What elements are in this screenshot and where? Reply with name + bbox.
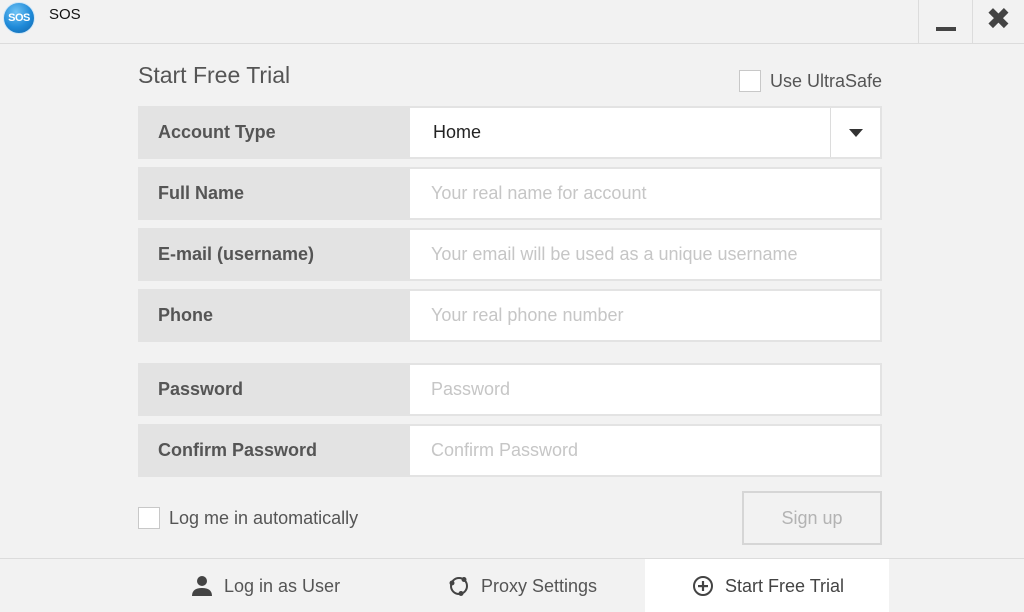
minimize-icon (935, 27, 956, 31)
proxy-icon (447, 574, 471, 598)
app-logo-icon: SOS (3, 2, 35, 34)
minimize-button[interactable] (918, 0, 972, 44)
nav-proxy-settings[interactable]: Proxy Settings (447, 559, 597, 612)
email-input[interactable] (410, 230, 880, 279)
account-type-select[interactable]: Home (409, 106, 882, 159)
email-label: E-mail (username) (138, 228, 409, 281)
phone-row: Phone (138, 289, 882, 342)
full-name-input[interactable] (410, 169, 880, 218)
user-icon (190, 574, 214, 598)
title-bar: SOS SOS ✖ (0, 0, 1024, 44)
nav-trial-label: Start Free Trial (725, 575, 845, 596)
nav-login-label: Log in as User (224, 575, 341, 596)
nav-login-as-user[interactable]: Log in as User (190, 559, 340, 612)
auto-login-label: Log me in automatically (169, 507, 359, 528)
auto-login-checkbox[interactable]: Log me in automatically (138, 507, 358, 529)
password-label: Password (138, 363, 409, 416)
password-row: Password (138, 363, 882, 416)
bottom-nav: Log in as User Proxy Settings Start Free… (0, 558, 1024, 612)
chevron-down-icon (848, 128, 863, 137)
confirm-password-row: Confirm Password (138, 424, 882, 477)
page-title: Start Free Trial (138, 62, 291, 88)
phone-field-container (409, 289, 882, 342)
close-button[interactable]: ✖ (972, 0, 1024, 44)
ultrasafe-checkbox[interactable]: Use UltraSafe (739, 70, 882, 92)
window-title: SOS (49, 6, 81, 23)
plus-circle-icon (691, 574, 715, 598)
nav-proxy-label: Proxy Settings (481, 575, 598, 596)
account-type-row: Account Type Home (138, 106, 882, 159)
nav-start-free-trial[interactable]: Start Free Trial (645, 559, 889, 612)
dropdown-button[interactable] (830, 108, 880, 157)
email-field-container (409, 228, 882, 281)
account-type-value: Home (433, 122, 482, 142)
full-name-label: Full Name (138, 167, 409, 220)
sign-up-button[interactable]: Sign up (742, 491, 882, 545)
phone-label: Phone (138, 289, 409, 342)
ultrasafe-label: Use UltraSafe (770, 70, 883, 91)
password-field-container (409, 363, 882, 416)
email-row: E-mail (username) (138, 228, 882, 281)
phone-input[interactable] (410, 291, 880, 340)
full-name-row: Full Name (138, 167, 882, 220)
auto-login-checkbox-box[interactable] (138, 507, 160, 529)
confirm-password-field-container (409, 424, 882, 477)
full-name-field-container (409, 167, 882, 220)
account-type-label: Account Type (138, 106, 409, 159)
password-input[interactable] (410, 365, 880, 414)
ultrasafe-checkbox-box[interactable] (739, 70, 761, 92)
confirm-password-input[interactable] (410, 426, 880, 475)
confirm-password-label: Confirm Password (138, 424, 409, 477)
close-icon: ✖ (985, 3, 1012, 36)
